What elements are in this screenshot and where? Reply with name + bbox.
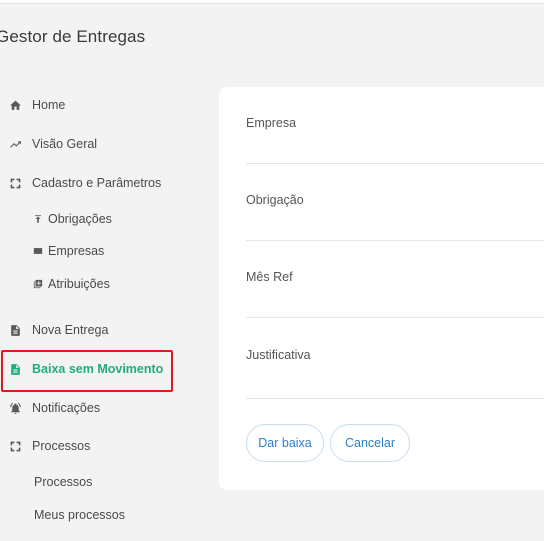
- sidebar-item-home[interactable]: Home: [0, 88, 210, 122]
- top-bar: [0, 0, 544, 4]
- form-card: Empresa Obrigação Mês Ref Justificativa …: [219, 87, 544, 490]
- mes-ref-field[interactable]: Mês Ref: [246, 241, 544, 318]
- sidebar-subitem-obrigacoes[interactable]: Obrigações: [0, 205, 210, 233]
- sidebar-item-label: Cadastro e Parâmetros: [32, 176, 162, 190]
- document-icon: [8, 323, 22, 337]
- upload-icon: [33, 214, 43, 224]
- sidebar-subitem-label: Empresas: [48, 244, 105, 258]
- copy-plus-icon: [33, 279, 43, 289]
- sidebar-item-label: Visão Geral: [32, 137, 98, 151]
- sidebar-item-processos[interactable]: Processos: [0, 429, 210, 463]
- sidebar-subitem-processos[interactable]: Processos: [34, 469, 92, 495]
- field-label: Obrigação: [246, 193, 304, 207]
- expand-icon: [8, 439, 22, 453]
- card-icon: [33, 246, 43, 256]
- bell-icon: [8, 401, 22, 415]
- field-label: Mês Ref: [246, 270, 293, 284]
- sidebar-subitem-label: Atribuições: [48, 277, 110, 291]
- obrigacao-field[interactable]: Obrigação: [246, 164, 544, 241]
- sidebar-item-notificacoes[interactable]: Notificações: [0, 391, 210, 425]
- app-title: Gestor de Entregas: [0, 27, 146, 46]
- sidebar-subitem-empresas[interactable]: Empresas: [0, 237, 210, 265]
- sidebar-item-cadastro[interactable]: Cadastro e Parâmetros: [0, 166, 210, 200]
- sidebar-item-baixa-sem-movimento[interactable]: Baixa sem Movimento: [0, 352, 210, 386]
- empresa-field[interactable]: Empresa: [246, 87, 544, 164]
- field-label: Justificativa: [246, 348, 311, 362]
- sidebar-subitem-label: Obrigações: [48, 212, 112, 226]
- sidebar-item-label: Baixa sem Movimento: [32, 362, 164, 376]
- expand-icon: [8, 176, 22, 190]
- sidebar-item-nova-entrega[interactable]: Nova Entrega: [0, 313, 210, 347]
- cancel-button[interactable]: Cancelar: [330, 424, 410, 462]
- field-label: Empresa: [246, 116, 297, 130]
- sidebar-subitem-atribuicoes[interactable]: Atribuições: [0, 270, 210, 298]
- trending-up-icon: [8, 137, 22, 151]
- document-icon: [8, 362, 22, 376]
- sidebar-item-label: Home: [32, 98, 66, 112]
- sidebar-item-visao-geral[interactable]: Visão Geral: [0, 127, 210, 161]
- sidebar-item-label: Nova Entrega: [32, 323, 109, 337]
- sidebar-subitem-meus-processos[interactable]: Meus processos: [34, 502, 125, 528]
- home-icon: [8, 98, 22, 112]
- sidebar-item-label: Notificações: [32, 401, 101, 415]
- sidebar-item-label: Processos: [32, 439, 91, 453]
- dar-baixa-button[interactable]: Dar baixa: [246, 424, 324, 462]
- justificativa-field[interactable]: Justificativa: [246, 318, 544, 399]
